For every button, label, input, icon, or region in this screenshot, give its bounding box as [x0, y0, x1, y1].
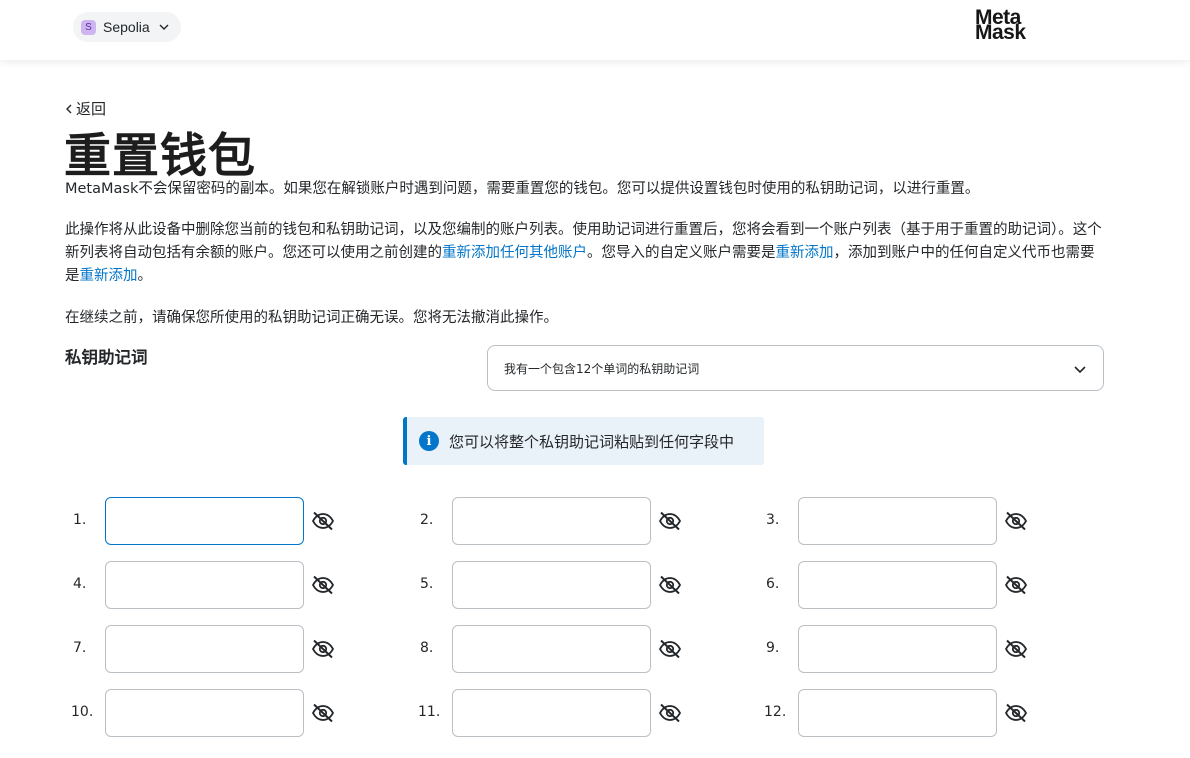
srp-word-input-10[interactable] — [105, 689, 304, 737]
eye-slash-icon[interactable] — [1004, 703, 1028, 723]
srp-length-value: 我有一个包含12个单词的私钥助记词 — [504, 361, 700, 376]
srp-word-number: 8. — [420, 640, 434, 656]
metamask-logo: Meta Mask — [975, 7, 1045, 44]
srp-word-input-8[interactable] — [452, 625, 651, 673]
info-icon: i — [419, 431, 439, 451]
srp-length-dropdown[interactable]: 我有一个包含12个单词的私钥助记词 — [487, 345, 1104, 391]
srp-word-input-1[interactable] — [105, 497, 304, 545]
srp-label: 私钥助记词 — [65, 348, 148, 367]
para2-text-b: 。您导入的自定义账户需要是 — [587, 245, 776, 261]
logo-line-2: Mask — [975, 21, 1026, 44]
srp-word-number: 4. — [73, 576, 87, 592]
back-label: 返回 — [76, 100, 107, 118]
eye-slash-icon[interactable] — [311, 639, 335, 659]
top-bar: S Sepolia Meta Mask — [0, 0, 1190, 60]
para2-text-d: 。 — [137, 268, 153, 284]
chevron-down-icon — [1073, 362, 1087, 379]
eye-slash-icon[interactable] — [1004, 511, 1028, 531]
eye-slash-icon[interactable] — [1004, 575, 1028, 595]
eye-slash-icon[interactable] — [658, 575, 682, 595]
network-avatar: S — [81, 19, 96, 35]
eye-slash-icon[interactable] — [658, 639, 682, 659]
info-text: 您可以将整个私钥助记词粘贴到任何字段中 — [449, 432, 735, 451]
re-add-accounts-link[interactable]: 重新添加任何其他账户 — [442, 245, 587, 261]
intro-paragraph: MetaMask不会保留密码的副本。如果您在解锁账户时遇到问题，需要重置您的钱包… — [65, 181, 980, 197]
re-add-tokens-link[interactable]: 重新添加 — [80, 268, 138, 284]
srp-word-number: 11. — [418, 704, 441, 720]
srp-word-input-2[interactable] — [452, 497, 651, 545]
confirm-paragraph: 在继续之前，请确保您所使用的私钥助记词正确无误。您将无法撤消此操作。 — [65, 310, 558, 326]
srp-word-number: 6. — [766, 576, 780, 592]
srp-word-input-7[interactable] — [105, 625, 304, 673]
network-name: Sepolia — [103, 19, 150, 35]
back-button[interactable]: 返回 — [65, 98, 106, 119]
srp-word-input-6[interactable] — [798, 561, 997, 609]
re-add-custom-accounts-link[interactable]: 重新添加 — [776, 245, 834, 261]
srp-word-input-5[interactable] — [452, 561, 651, 609]
srp-word-input-11[interactable] — [452, 689, 651, 737]
srp-word-input-3[interactable] — [798, 497, 997, 545]
srp-word-number: 5. — [420, 576, 434, 592]
chevron-down-icon — [158, 21, 170, 33]
srp-word-number: 10. — [71, 704, 94, 720]
srp-word-number: 12. — [764, 704, 787, 720]
eye-slash-icon[interactable] — [311, 703, 335, 723]
eye-slash-icon[interactable] — [658, 511, 682, 531]
eye-slash-icon[interactable] — [311, 575, 335, 595]
srp-word-number: 2. — [420, 512, 434, 528]
srp-word-number: 9. — [766, 640, 780, 656]
srp-word-number: 1. — [73, 512, 87, 528]
srp-word-input-12[interactable] — [798, 689, 997, 737]
page-title: 重置钱包 — [64, 129, 256, 184]
srp-word-number: 7. — [73, 640, 87, 656]
eye-slash-icon[interactable] — [1004, 639, 1028, 659]
srp-word-number: 3. — [766, 512, 780, 528]
srp-word-input-9[interactable] — [798, 625, 997, 673]
network-selector[interactable]: S Sepolia — [73, 12, 181, 42]
srp-word-input-4[interactable] — [105, 561, 304, 609]
chevron-left-icon — [65, 103, 74, 115]
paste-info-banner: i 您可以将整个私钥助记词粘贴到任何字段中 — [403, 417, 764, 465]
eye-slash-icon[interactable] — [658, 703, 682, 723]
eye-slash-icon[interactable] — [311, 511, 335, 531]
warning-paragraph: 此操作将从此设备中删除您当前的钱包和私钥助记词，以及您编制的账户列表。使用助记词… — [65, 219, 1105, 288]
